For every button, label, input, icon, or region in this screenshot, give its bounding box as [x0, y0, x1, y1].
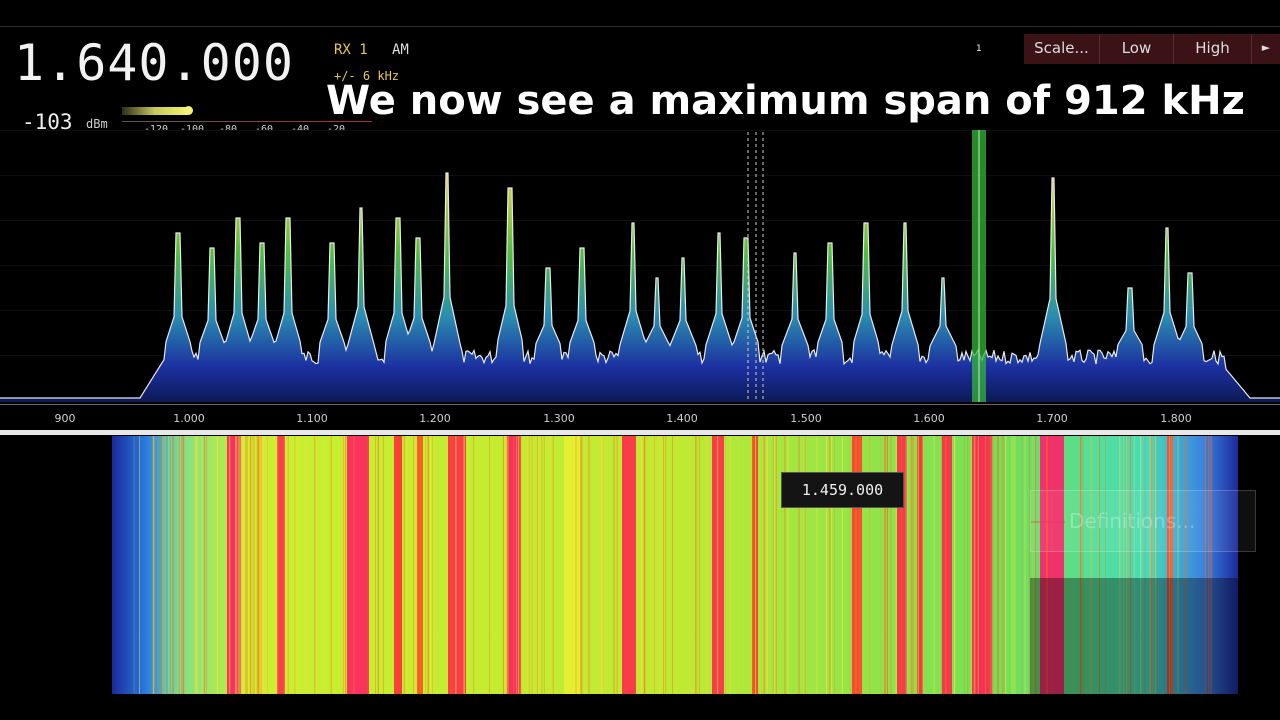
- high-button[interactable]: High: [1174, 34, 1252, 64]
- spectrum-display[interactable]: [0, 130, 1280, 402]
- mode-label[interactable]: AM: [392, 42, 409, 58]
- axis-tick-label: 900: [54, 412, 76, 425]
- definitions-panel[interactable]: Definitions...: [1030, 490, 1256, 552]
- axis-tick-label: 1.100: [296, 412, 328, 425]
- rx-marker[interactable]: [972, 130, 986, 402]
- definitions-dash: [1031, 521, 1065, 523]
- axis-tick-label: 1.700: [1036, 412, 1068, 425]
- overlay-dim: [1030, 578, 1240, 694]
- top-bar: [0, 0, 1280, 27]
- low-button[interactable]: Low: [1100, 34, 1174, 64]
- frequency-axis-line: [0, 404, 1280, 405]
- panel-divider[interactable]: [0, 430, 1280, 435]
- display-toolbar: Scale... Low High ►: [1024, 34, 1280, 64]
- s-meter-indicator: [184, 106, 193, 115]
- definitions-label[interactable]: Definitions...: [1069, 509, 1195, 533]
- axis-tick-label: 1.300: [543, 412, 575, 425]
- video-caption: We now see a maximum span of 912 kHz: [326, 78, 1245, 124]
- rx-marker-label: 1: [976, 44, 982, 54]
- axis-tick-label: 1.000: [173, 412, 205, 425]
- scale-button[interactable]: Scale...: [1024, 34, 1100, 64]
- axis-tick-label: 1.800: [1160, 412, 1192, 425]
- cursor-frequency-tooltip: 1.459.000: [781, 472, 904, 508]
- toolbar-more-arrow-icon[interactable]: ►: [1252, 34, 1280, 64]
- signal-level-unit: dBm: [86, 117, 108, 131]
- axis-tick-label: 1.400: [666, 412, 698, 425]
- axis-tick-label: 1.500: [790, 412, 822, 425]
- axis-tick-label: 1.600: [913, 412, 945, 425]
- s-meter-bar: [122, 107, 188, 115]
- receiver-label[interactable]: RX 1: [334, 42, 368, 58]
- axis-tick-label: 1.200: [419, 412, 451, 425]
- frequency-display[interactable]: 1.640.000: [14, 34, 294, 92]
